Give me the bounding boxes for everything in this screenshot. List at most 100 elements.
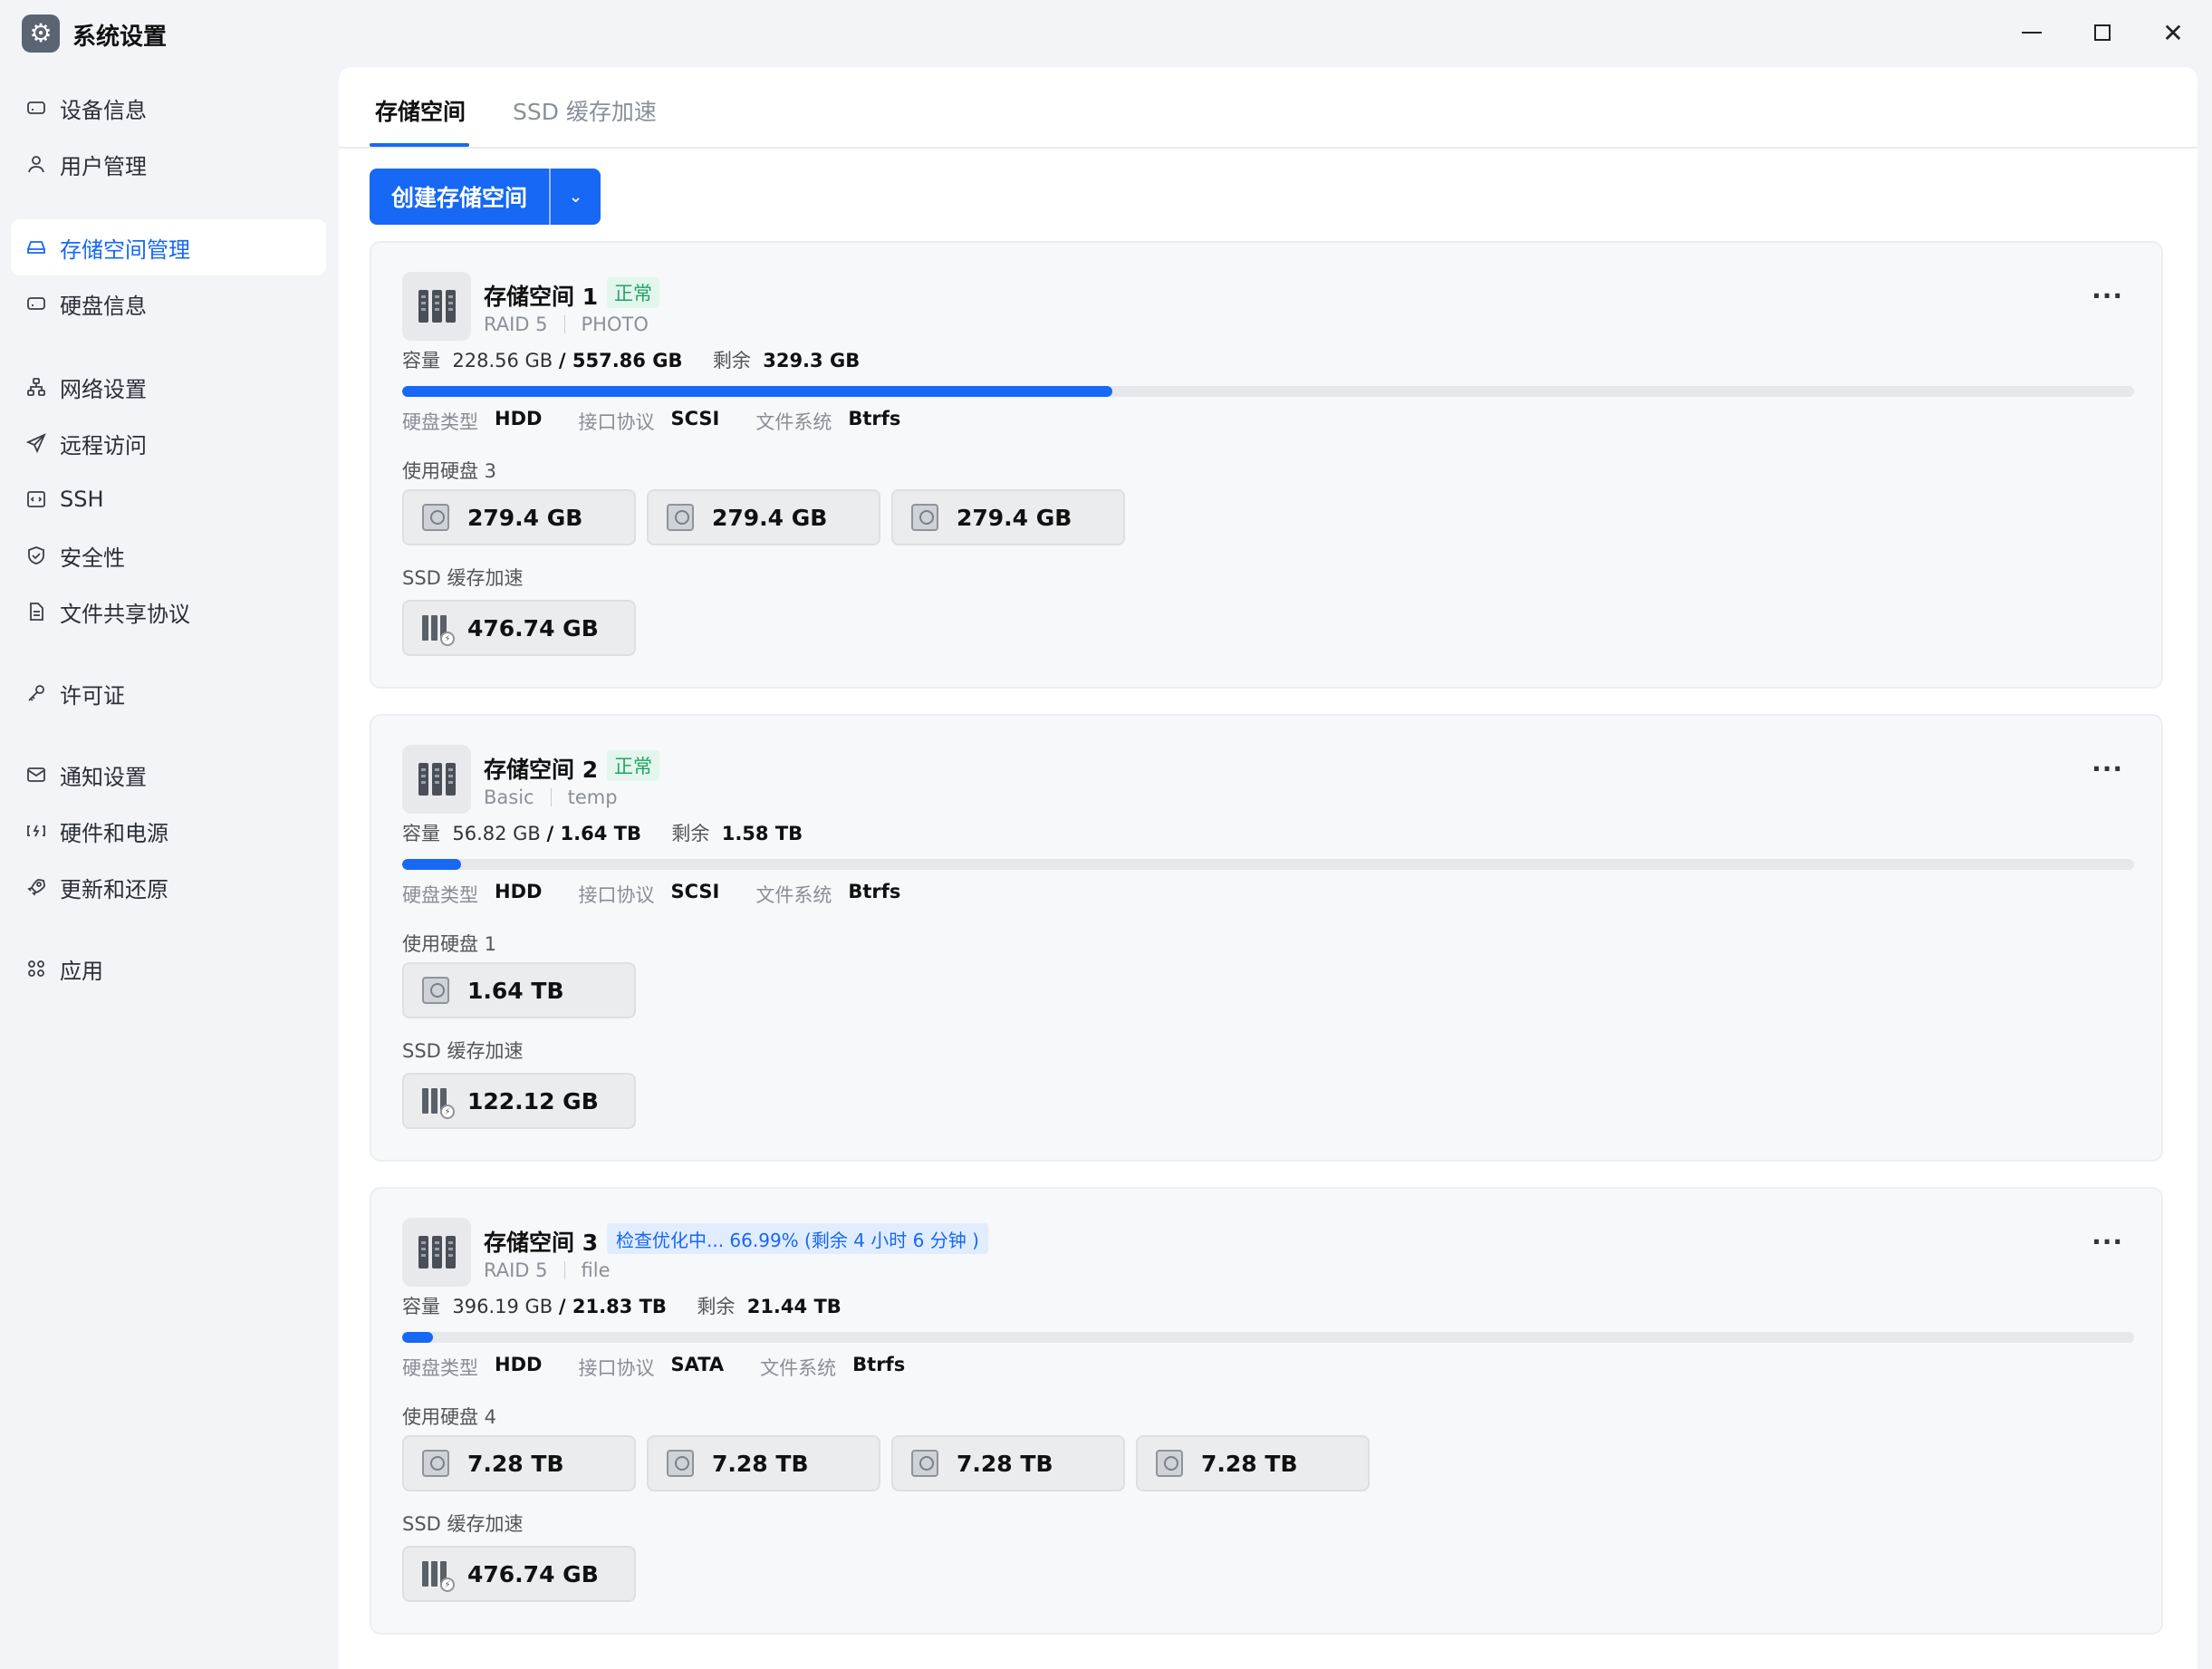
sidebar-item-label: 更新和还原 (60, 876, 168, 902)
tab-storage[interactable]: 存储空间 (375, 94, 466, 127)
storage-pool-card: 存储空间 2 正常 Basic temp ··· 容量 56.82 GB / 1… (370, 714, 2163, 1162)
sidebar-item-label: 用户管理 (60, 153, 147, 179)
more-options-icon[interactable]: ··· (2092, 754, 2123, 784)
ssd-cache-label: SSD 缓存加速 (402, 1040, 524, 1062)
create-storage-label: 创建存储空间 (390, 185, 527, 211)
ssd-icon: ⚡ (422, 613, 455, 646)
volume-name: file (581, 1259, 611, 1281)
disk-chip[interactable]: 7.28 TB (891, 1435, 1125, 1491)
sidebar-item-license[interactable]: 许可证 (11, 665, 326, 721)
ssd-chip[interactable]: ⚡ 476.74 GB (402, 1546, 636, 1602)
sidebar-item-label: 远程访问 (60, 432, 147, 458)
pool-meta: 硬盘类型 HDD 接口协议 SATA 文件系统 Btrfs (402, 1354, 906, 1379)
pool-name: 存储空间 1 (484, 284, 599, 310)
close-button[interactable]: ✕ (2150, 13, 2196, 53)
more-options-icon[interactable]: ··· (2092, 281, 2123, 311)
sidebar-item-label: 设备信息 (60, 97, 147, 123)
sidebar-item-storage[interactable]: 存储空间管理 (11, 219, 326, 275)
pool-name: 存储空间 2 (484, 757, 599, 783)
hdd-icon (911, 504, 938, 531)
hdd-icon (667, 1450, 694, 1477)
pool-meta: 硬盘类型 HDD 接口协议 SCSI 文件系统 Btrfs (402, 408, 901, 433)
capacity-line: 容量 228.56 GB / 557.86 GB 剩余 329.3 GB (402, 350, 861, 371)
hdd-icon (911, 1450, 938, 1477)
maximize-button[interactable] (2080, 13, 2125, 53)
raid-level: RAID 5 (484, 314, 548, 335)
send-icon (24, 430, 49, 456)
volume-name: PHOTO (581, 314, 649, 335)
sidebar-item-label: 应用 (60, 958, 103, 984)
sidebar-item-update-restore[interactable]: 更新和还原 (11, 859, 326, 915)
settings-gear-icon: ⚙ (22, 14, 60, 53)
usage-progress-fill (402, 859, 461, 870)
sidebar-item-network[interactable]: 网络设置 (11, 359, 326, 415)
ssd-chip[interactable]: ⚡ 476.74 GB (402, 600, 636, 656)
network-icon (24, 374, 49, 400)
status-badge: 正常 (607, 750, 659, 781)
sidebar-item-apps[interactable]: 应用 (11, 941, 326, 997)
minimize-button[interactable] (2009, 13, 2054, 53)
hdd-icon (1156, 1450, 1183, 1477)
sidebar-item-label: SSH (60, 487, 104, 512)
sidebar-item-hardware-power[interactable]: 硬件和电源 (11, 803, 326, 859)
sidebar-item-label: 文件共享协议 (60, 601, 190, 627)
sidebar-item-label: 网络设置 (60, 376, 147, 402)
sidebar-item-disk-info[interactable]: 硬盘信息 (11, 275, 326, 332)
disk-chip[interactable]: 7.28 TB (1136, 1435, 1370, 1491)
sidebar-item-users[interactable]: 用户管理 (11, 136, 326, 192)
disk-chip[interactable]: 1.64 TB (402, 962, 636, 1018)
ssd-cache-label: SSD 缓存加速 (402, 567, 524, 589)
usage-progress-bar (402, 386, 2134, 397)
capacity-line: 容量 396.19 GB / 21.83 TB 剩余 21.44 TB (402, 1296, 842, 1317)
sidebar-item-label: 硬盘信息 (60, 293, 147, 319)
disk-chip[interactable]: 7.28 TB (647, 1435, 880, 1491)
disk-chip[interactable]: 279.4 GB (647, 489, 880, 545)
more-options-icon[interactable]: ··· (2092, 1227, 2123, 1257)
mail-icon (24, 762, 49, 787)
usage-progress-bar (402, 1332, 2134, 1343)
status-badge: 检查优化中... 66.99% (剩余 4 小时 6 分钟 ) (607, 1223, 988, 1254)
pool-subtitle: Basic temp (484, 786, 618, 808)
key-icon (24, 680, 49, 706)
usage-progress-fill (402, 386, 1112, 397)
volume-name: temp (567, 786, 618, 808)
disks-label: 使用硬盘 3 (402, 460, 497, 482)
chevron-down-icon[interactable]: ⌄ (551, 188, 601, 207)
maximize-icon (2094, 24, 2111, 41)
sidebar-item-notifications[interactable]: 通知设置 (11, 747, 326, 803)
drive-icon (24, 95, 49, 121)
hdd-icon (422, 977, 449, 1004)
sidebar-item-security[interactable]: 安全性 (11, 527, 326, 584)
close-icon: ✕ (2162, 17, 2184, 48)
sidebar-item-label: 硬件和电源 (60, 820, 168, 846)
storage-icon (24, 235, 49, 260)
disks-label: 使用硬盘 1 (402, 933, 497, 955)
sidebar-item-remote[interactable]: 远程访问 (11, 415, 326, 471)
disk-chip[interactable]: 279.4 GB (891, 489, 1125, 545)
pool-meta: 硬盘类型 HDD 接口协议 SCSI 文件系统 Btrfs (402, 881, 901, 906)
ssd-icon: ⚡ (422, 1086, 455, 1119)
tab-ssd-cache[interactable]: SSD 缓存加速 (513, 94, 657, 127)
disks-label: 使用硬盘 4 (402, 1406, 497, 1428)
hdd-icon (422, 504, 449, 531)
sidebar-item-file-sharing[interactable]: 文件共享协议 (11, 584, 326, 640)
pool-subtitle: RAID 5 file (484, 1259, 611, 1281)
sidebar-item-device-info[interactable]: 设备信息 (11, 80, 326, 136)
main-panel: 存储空间 SSD 缓存加速 创建存储空间 ⌄ 存储空间 1 正常 RAID 5 … (339, 67, 2198, 1669)
shield-icon (24, 543, 49, 568)
disk-chip[interactable]: 7.28 TB (402, 1435, 636, 1491)
hdd-icon (667, 504, 694, 531)
create-storage-button[interactable]: 创建存储空间 ⌄ (370, 169, 601, 225)
tab-bar: 存储空间 SSD 缓存加速 (339, 67, 2198, 149)
storage-pool-icon (402, 1218, 471, 1287)
ssd-icon: ⚡ (422, 1559, 455, 1592)
document-icon (24, 599, 49, 624)
ssd-cache-label: SSD 缓存加速 (402, 1513, 524, 1535)
sidebar-item-ssh[interactable]: SSH (11, 471, 326, 527)
ssd-chip[interactable]: ⚡ 122.12 GB (402, 1073, 636, 1129)
disk-chip[interactable]: 279.4 GB (402, 489, 636, 545)
minimize-icon (2022, 32, 2042, 34)
sidebar-item-label: 存储空间管理 (60, 236, 190, 263)
usage-progress-fill (402, 1332, 434, 1343)
hdd-icon (422, 1450, 449, 1477)
